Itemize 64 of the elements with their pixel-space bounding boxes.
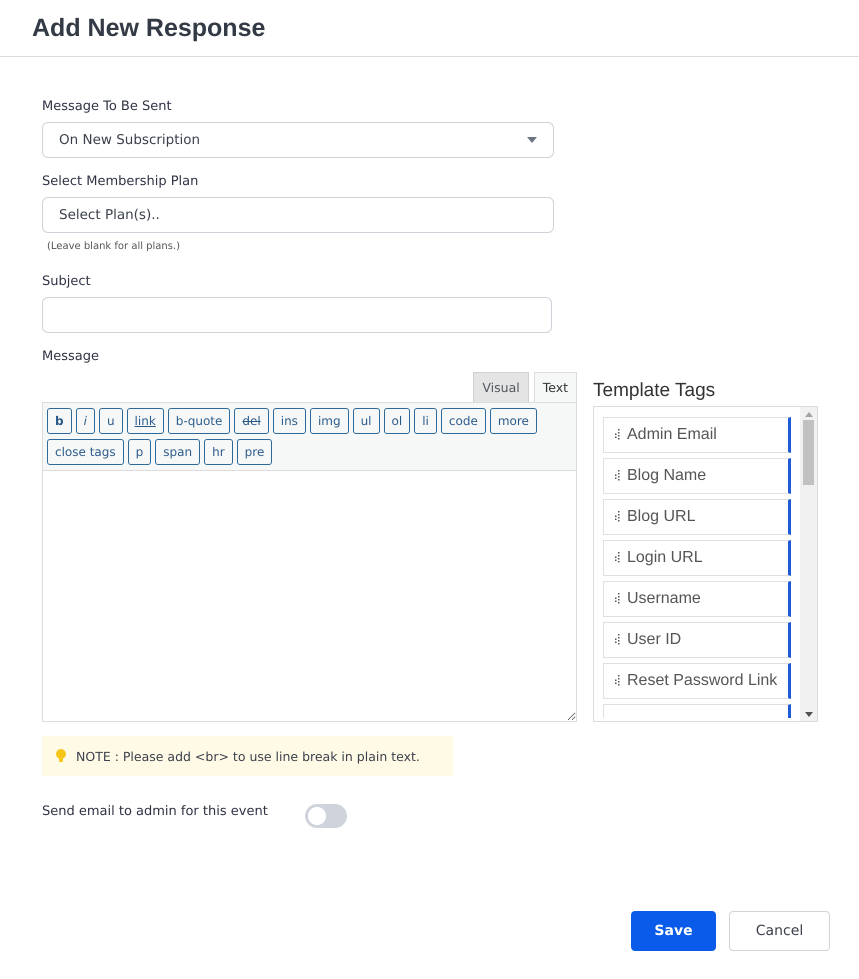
template-tag-item[interactable]: Admin Email bbox=[603, 417, 791, 453]
quicktag-button[interactable]: code bbox=[440, 408, 486, 434]
quicktag-button[interactable]: pre bbox=[236, 439, 272, 465]
drag-handle-icon bbox=[614, 429, 620, 441]
page-title: Add New Response bbox=[32, 14, 266, 42]
message-select[interactable]: On New Subscription bbox=[42, 122, 554, 158]
drag-handle-icon bbox=[614, 675, 620, 687]
tag-label: Blog Name bbox=[627, 467, 706, 485]
quicktag-button[interactable]: b bbox=[47, 408, 72, 434]
template-tag-item[interactable]: Username bbox=[603, 581, 791, 617]
template-tag-item[interactable]: Blog URL bbox=[603, 499, 791, 535]
template-tag-item[interactable]: Blog Name bbox=[603, 458, 791, 494]
editor-tab[interactable]: Visual bbox=[473, 372, 529, 402]
message-textarea[interactable] bbox=[42, 471, 577, 722]
dropdown-caret-icon bbox=[527, 137, 537, 143]
template-tags-title: Template Tags bbox=[593, 380, 716, 402]
drag-handle-icon bbox=[614, 552, 620, 564]
drag-handle-icon bbox=[614, 593, 620, 605]
field-label: Message To Be Sent bbox=[42, 99, 173, 114]
lightbulb-icon bbox=[56, 749, 66, 763]
quicktag-button[interactable]: ul bbox=[352, 408, 380, 434]
tag-label: Blog URL bbox=[627, 508, 696, 526]
drag-handle-icon bbox=[614, 511, 620, 523]
drag-handle-icon bbox=[614, 634, 620, 646]
tag-label: Username bbox=[627, 590, 701, 608]
tag-label: User ID bbox=[627, 631, 682, 649]
template-tag-item[interactable]: Reset Password Link bbox=[603, 663, 791, 699]
quicktag-button[interactable]: u bbox=[98, 408, 123, 434]
quicktag-button[interactable]: span bbox=[155, 439, 200, 465]
quicktag-button[interactable]: p bbox=[128, 439, 152, 465]
plan-select-field[interactable]: Select Plan(s).. bbox=[42, 197, 554, 233]
tag-label: Login URL bbox=[627, 549, 703, 567]
tag-label: Reset Password Link bbox=[627, 672, 778, 690]
template-tag-item[interactable]: User ID bbox=[603, 622, 791, 658]
template-tag-item[interactable]: Login URL bbox=[603, 540, 791, 576]
field-hint: (Leave blank for all plans.) bbox=[47, 241, 182, 252]
tag-label: Admin Email bbox=[627, 426, 717, 444]
template-tag-item[interactable] bbox=[603, 704, 791, 718]
admin-email-toggle[interactable] bbox=[304, 804, 347, 828]
quicktag-button[interactable]: img bbox=[310, 408, 349, 434]
save-button[interactable]: Save bbox=[631, 911, 716, 951]
scroll-down-icon[interactable] bbox=[804, 712, 812, 717]
note-text: NOTE : Please add <br> to use line break in plain text. bbox=[76, 748, 420, 764]
field-label: Subject bbox=[42, 274, 92, 289]
editor-tab[interactable]: Text bbox=[534, 372, 577, 402]
scroll-up-icon[interactable] bbox=[804, 412, 812, 417]
field-label: Select Membership Plan bbox=[42, 174, 200, 189]
subject-field[interactable] bbox=[42, 297, 552, 333]
quicktag-button[interactable]: ins bbox=[272, 408, 306, 434]
quicktag-button[interactable]: i bbox=[76, 408, 95, 434]
scrollbar-thumb[interactable] bbox=[803, 420, 814, 485]
scrollbar[interactable] bbox=[800, 407, 817, 721]
drag-handle-icon bbox=[614, 470, 620, 482]
quicktag-button[interactable]: ol bbox=[384, 408, 410, 434]
quicktag-button[interactable]: more bbox=[490, 408, 537, 434]
quicktag-button[interactable]: b-quote bbox=[168, 408, 230, 434]
quicktag-button[interactable]: del bbox=[234, 408, 269, 434]
cancel-button[interactable]: Cancel bbox=[729, 911, 830, 951]
toggle-label: Send email to admin for this event bbox=[42, 804, 268, 818]
quicktag-button[interactable]: li bbox=[414, 408, 437, 434]
quicktag-button[interactable]: link bbox=[126, 408, 164, 434]
field-label: Message bbox=[42, 349, 100, 364]
quicktag-button[interactable]: hr bbox=[204, 439, 233, 465]
quicktag-button[interactable]: close tags bbox=[47, 439, 124, 465]
